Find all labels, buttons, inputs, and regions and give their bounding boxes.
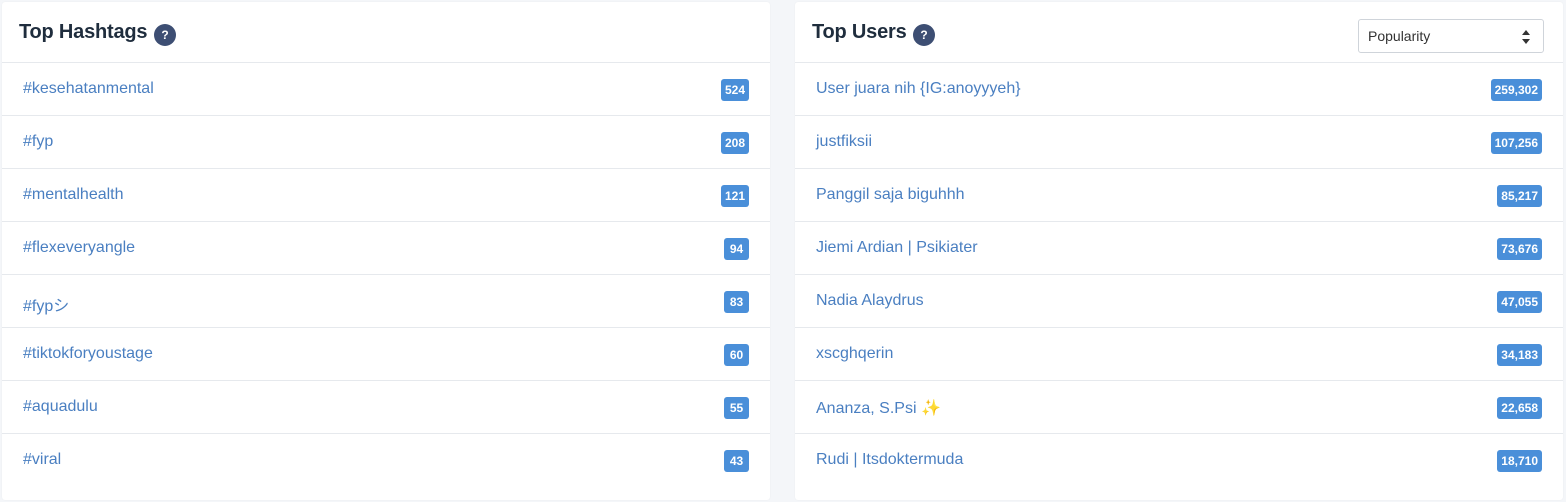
- help-icon[interactable]: ?: [913, 24, 935, 46]
- count-badge: 73,676: [1497, 238, 1542, 260]
- count-badge: 107,256: [1490, 132, 1542, 154]
- hashtag-link[interactable]: #tiktokforyoustage: [23, 345, 153, 363]
- list-item: #kesehatanmental 524: [2, 63, 770, 116]
- user-link[interactable]: Jiemi Ardian | Psikiater: [816, 239, 978, 257]
- hashtag-link[interactable]: #fyp: [23, 133, 53, 151]
- hashtag-link[interactable]: #viral: [23, 451, 61, 469]
- list-item: Jiemi Ardian | Psikiater 73,676: [795, 222, 1563, 275]
- list-item: #flexeveryangle 94: [2, 222, 770, 275]
- count-badge: 34,183: [1497, 344, 1542, 366]
- user-link[interactable]: xscghqerin: [816, 345, 893, 363]
- top-hashtags-title: Top Hashtags: [19, 21, 148, 43]
- count-badge: 259,302: [1490, 79, 1542, 101]
- user-link[interactable]: justfiksii: [816, 133, 872, 151]
- hashtag-list: #kesehatanmental 524 #fyp 208 #mentalhea…: [2, 63, 770, 487]
- list-item: #viral 43: [2, 434, 770, 487]
- count-badge: 83: [724, 291, 749, 313]
- user-link[interactable]: Ananza, S.Psi ✨: [816, 398, 941, 418]
- list-item: Ananza, S.Psi ✨ 22,658: [795, 381, 1563, 434]
- sort-select[interactable]: Popularity: [1358, 19, 1544, 53]
- sort-arrows-icon: [1522, 30, 1530, 44]
- sort-select-value: Popularity: [1368, 28, 1431, 44]
- count-badge: 208: [720, 132, 749, 154]
- list-item: User juara nih {IG:anoyyyeh} 259,302: [795, 63, 1563, 116]
- list-item: #fypシ 83: [2, 275, 770, 328]
- count-badge: 43: [724, 450, 749, 472]
- hashtag-link[interactable]: #aquadulu: [23, 398, 98, 416]
- count-badge: 94: [724, 238, 749, 260]
- count-badge: 121: [720, 185, 749, 207]
- top-users-panel: Top Users ? Popularity User juara nih {I…: [795, 2, 1563, 500]
- count-badge: 55: [724, 397, 749, 419]
- list-item: #fyp 208: [2, 116, 770, 169]
- list-item: Rudi | Itsdoktermuda 18,710: [795, 434, 1563, 487]
- list-item: Panggil saja biguhhh 85,217: [795, 169, 1563, 222]
- count-badge: 60: [724, 344, 749, 366]
- count-badge: 47,055: [1497, 291, 1542, 313]
- hashtag-link[interactable]: #mentalhealth: [23, 186, 124, 204]
- top-users-header: Top Users ? Popularity: [795, 2, 1563, 63]
- top-users-title: Top Users: [812, 21, 907, 43]
- list-item: Nadia Alaydrus 47,055: [795, 275, 1563, 328]
- top-hashtags-header: Top Hashtags ?: [2, 2, 770, 63]
- user-link[interactable]: Rudi | Itsdoktermuda: [816, 451, 963, 469]
- user-link[interactable]: Panggil saja biguhhh: [816, 186, 965, 204]
- count-badge: 22,658: [1497, 397, 1542, 419]
- user-list: User juara nih {IG:anoyyyeh} 259,302 jus…: [795, 63, 1563, 487]
- list-item: xscghqerin 34,183: [795, 328, 1563, 381]
- count-badge: 524: [720, 79, 749, 101]
- user-link[interactable]: Nadia Alaydrus: [816, 292, 924, 310]
- help-icon[interactable]: ?: [154, 24, 176, 46]
- top-hashtags-panel: Top Hashtags ? #kesehatanmental 524 #fyp…: [2, 2, 770, 500]
- list-item: justfiksii 107,256: [795, 116, 1563, 169]
- list-item: #aquadulu 55: [2, 381, 770, 434]
- user-link[interactable]: User juara nih {IG:anoyyyeh}: [816, 80, 1021, 98]
- hashtag-link[interactable]: #kesehatanmental: [23, 80, 154, 98]
- list-item: #tiktokforyoustage 60: [2, 328, 770, 381]
- list-item: #mentalhealth 121: [2, 169, 770, 222]
- count-badge: 85,217: [1497, 185, 1542, 207]
- hashtag-link[interactable]: #flexeveryangle: [23, 239, 135, 257]
- count-badge: 18,710: [1497, 450, 1542, 472]
- hashtag-link[interactable]: #fypシ: [23, 292, 69, 316]
